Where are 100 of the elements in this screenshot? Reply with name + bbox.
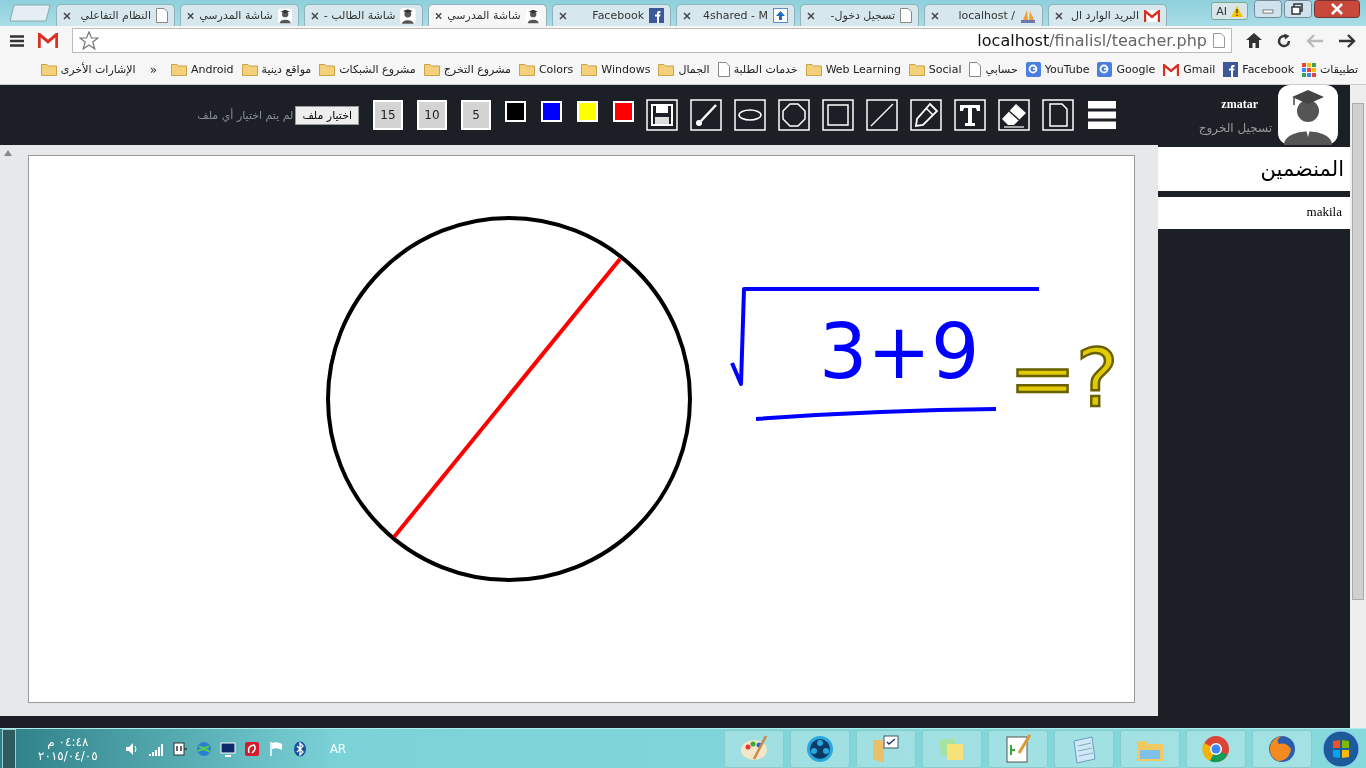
power-plug-icon[interactable] <box>171 741 188 757</box>
close-icon[interactable] <box>435 11 443 20</box>
page-icon <box>900 8 912 23</box>
user-icon <box>525 7 540 24</box>
close-icon[interactable] <box>311 11 319 20</box>
color-swatch[interactable] <box>505 100 526 122</box>
choose-file-button[interactable]: اختيار ملف <box>295 105 359 125</box>
alert-badge[interactable]: AI <box>1211 2 1248 20</box>
bookmark-item[interactable]: Colors <box>518 63 574 76</box>
tab-title: شاشة المدرسي <box>447 9 521 22</box>
color-swatch[interactable] <box>577 100 598 122</box>
browser-tab[interactable]: النظام التفاعلي <box>56 4 175 26</box>
monitor-icon[interactable] <box>219 741 236 757</box>
start-button[interactable] <box>1322 730 1360 768</box>
handwritten-expression: 3+9 <box>819 307 980 396</box>
close-icon[interactable] <box>559 11 567 20</box>
menu-tool-button[interactable] <box>1086 99 1118 131</box>
bookmark-item[interactable]: Social <box>908 63 962 76</box>
close-icon[interactable] <box>1055 11 1063 20</box>
handwritten-answer: =? <box>1009 332 1119 425</box>
bookmark-item[interactable]: Android <box>170 63 234 76</box>
close-icon[interactable] <box>187 11 195 20</box>
signal-bars-icon[interactable] <box>147 741 164 757</box>
scrollbar[interactable] <box>1350 85 1366 728</box>
pencil-tool-button[interactable] <box>910 99 942 131</box>
member-item[interactable]: makila <box>1158 197 1350 229</box>
taskbar-button[interactable] <box>1252 730 1312 768</box>
browser-tab[interactable]: شاشة المدرسي <box>428 4 547 26</box>
blank-page-tool-button[interactable] <box>1042 99 1074 131</box>
line-tool-button[interactable] <box>866 99 898 131</box>
browser-tab[interactable]: تسجيل دخول- <box>800 4 919 26</box>
browser-tab[interactable]: 4shared - M <box>676 4 795 26</box>
more-bookmarks-button[interactable]: » <box>143 62 163 77</box>
logout-link[interactable]: تسجيل الخروج <box>1198 121 1272 135</box>
clock[interactable]: ٠٤:٤٨ م ٢٠١٥/٠٤/٠٥ <box>38 735 98 763</box>
bookmark-item[interactable]: الإشارات الأخرى <box>40 63 136 76</box>
octagon-tool-button[interactable] <box>778 99 810 131</box>
forward-arrow-icon[interactable] <box>1338 33 1356 48</box>
bookmark-item[interactable]: Google <box>1097 62 1156 77</box>
close-icon[interactable] <box>683 11 691 20</box>
drawing-canvas[interactable]: 3+9 =? <box>28 155 1135 703</box>
bookmark-item[interactable]: Facebook <box>1223 62 1294 77</box>
bookmark-star-icon[interactable] <box>79 31 99 50</box>
folder-icon <box>170 63 187 76</box>
eraser-tool-button[interactable] <box>998 99 1030 131</box>
brush-tool-button[interactable] <box>690 99 722 131</box>
browser-tab[interactable]: شاشة المدرسي <box>180 4 299 26</box>
bookmark-item[interactable]: حسابي <box>969 62 1018 77</box>
warning-icon <box>1231 5 1243 17</box>
reload-icon[interactable] <box>1276 32 1292 49</box>
folder-icon <box>658 63 675 76</box>
bookmark-item[interactable]: Web Learning <box>805 63 901 76</box>
menu-icon[interactable] <box>10 34 24 47</box>
close-icon[interactable] <box>931 11 939 20</box>
page-icon <box>1213 33 1225 48</box>
square-tool-button[interactable] <box>822 99 854 131</box>
tab-title: localhost / <box>957 9 1015 22</box>
show-desktop-button[interactable] <box>2 729 16 768</box>
taskbar-button[interactable] <box>790 730 850 768</box>
save-tool-button[interactable] <box>646 99 678 131</box>
browser-tab[interactable]: localhost / <box>924 4 1043 26</box>
folder-icon <box>423 63 440 76</box>
bookmark-item[interactable]: Gmail <box>1163 63 1216 76</box>
close-button[interactable] <box>1314 0 1360 18</box>
bookmark-item[interactable]: مشروع التخرج <box>423 63 511 76</box>
scrollbar-thumb[interactable] <box>1352 103 1364 600</box>
bookmark-item[interactable]: الجمال <box>658 63 710 76</box>
user-icon <box>400 7 416 24</box>
tab-title: النظام التفاعلي <box>79 9 151 22</box>
browser-tab[interactable]: البريد الوارد ال <box>1048 4 1167 26</box>
brush-size-button[interactable]: 15 <box>373 100 403 130</box>
color-swatch[interactable] <box>541 100 562 122</box>
bluetooth-icon[interactable] <box>291 741 308 757</box>
brush-size-button[interactable]: 5 <box>461 100 491 130</box>
mail-icon[interactable] <box>38 33 58 48</box>
clock-date: ٢٠١٥/٠٤/٠٥ <box>38 749 98 763</box>
bookmark-item[interactable]: مشروع الشبكات <box>319 63 416 76</box>
facebook-icon <box>1223 62 1239 77</box>
scroll-up-icon[interactable] <box>4 150 12 156</box>
bookmark-item[interactable]: خدمات الطلبة <box>717 62 798 77</box>
tab-title: تسجيل دخول- <box>829 9 895 22</box>
browser-tab[interactable]: Facebook <box>552 4 671 26</box>
bookmark-item[interactable]: Windows <box>581 63 651 76</box>
speaker-icon[interactable] <box>123 741 140 757</box>
close-icon[interactable] <box>63 11 71 20</box>
address-field[interactable]: localhost/finalisl/teacher.php <box>72 28 1232 53</box>
bookmark-item[interactable]: YouTube <box>1025 62 1090 77</box>
browser-tab[interactable]: شاشة الطالب - <box>304 4 423 26</box>
apps-grid-icon <box>1302 62 1316 77</box>
home-icon[interactable] <box>1246 33 1262 48</box>
bookmark-item[interactable]: مواقع دينية <box>241 63 312 76</box>
app-icon[interactable] <box>243 741 260 757</box>
close-icon[interactable] <box>807 11 815 20</box>
bookmark-item[interactable]: تطبيقات <box>1302 62 1358 77</box>
text-tool-button[interactable] <box>954 99 986 131</box>
mail-icon <box>1163 63 1180 76</box>
brush-size-button[interactable]: 10 <box>417 100 447 130</box>
color-swatch[interactable] <box>613 100 634 122</box>
maximize-button[interactable] <box>1284 0 1312 18</box>
ellipse-tool-button[interactable] <box>734 99 766 131</box>
